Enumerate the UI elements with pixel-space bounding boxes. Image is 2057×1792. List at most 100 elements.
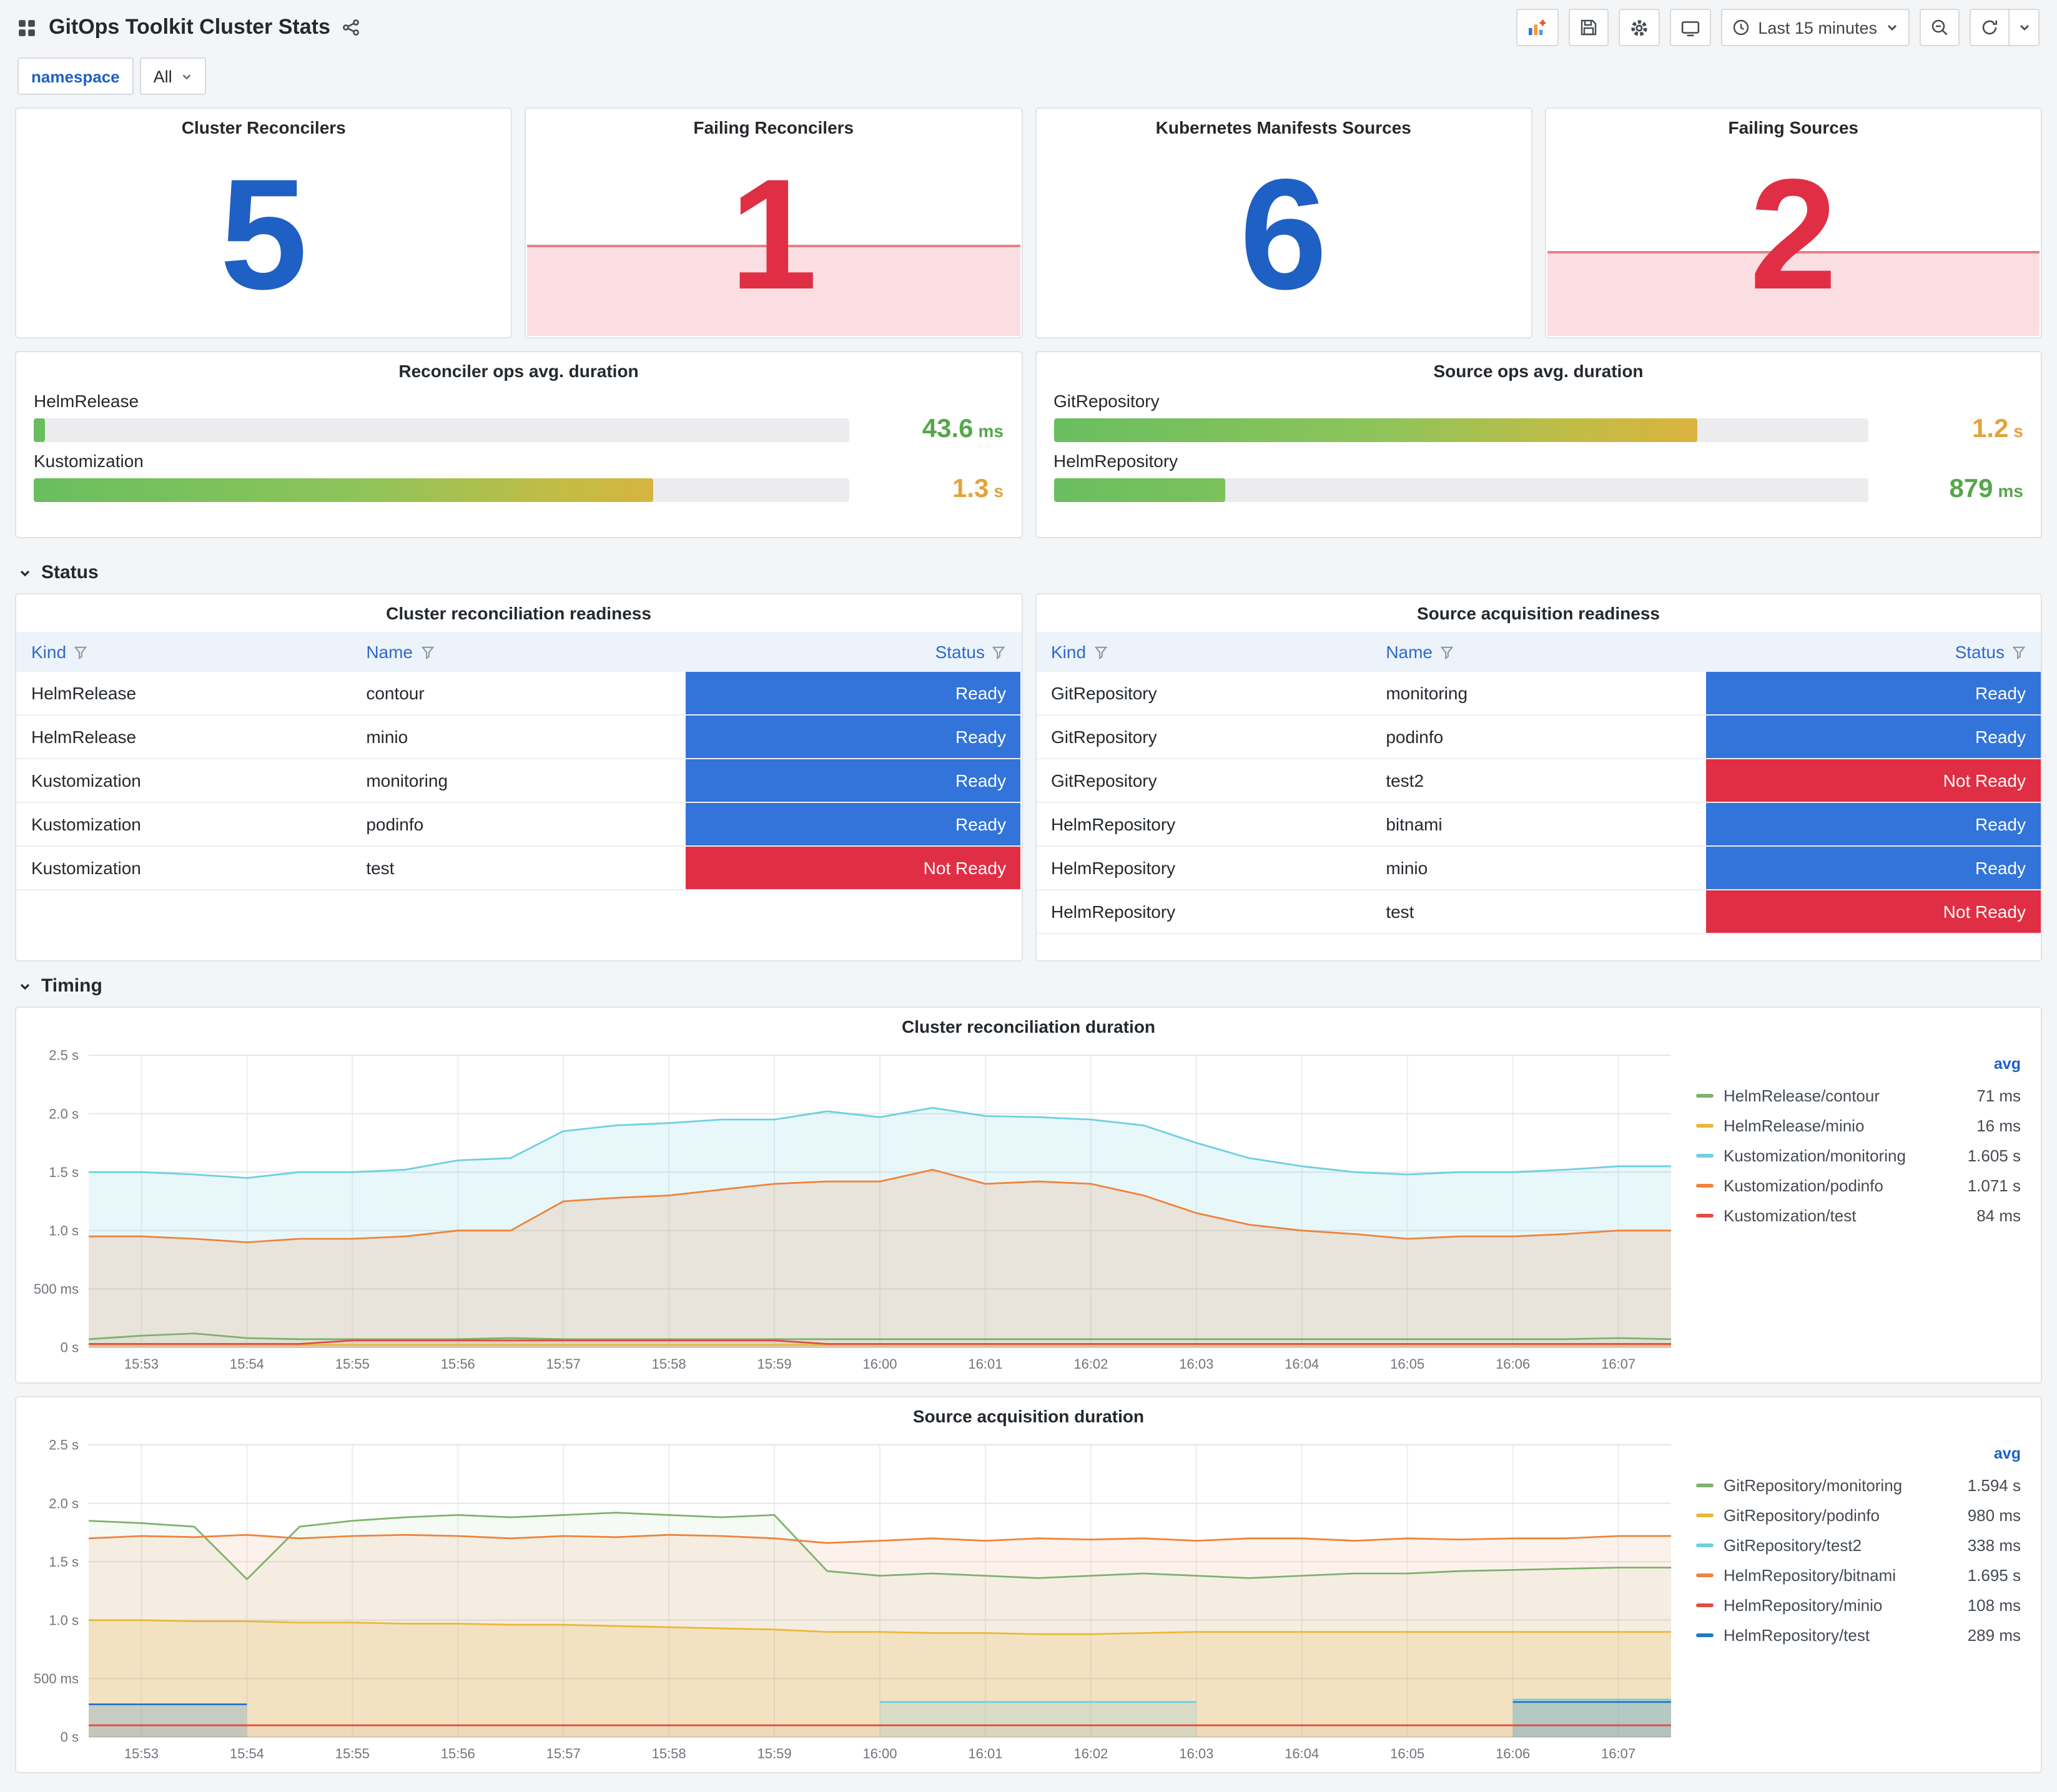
gauge-value: 879 ms [1888,475,2023,505]
timeseries-svg[interactable]: 0 s 500 ms 1.0 s 1.5 s 2.0 s 2.5 s 15:53 15:54 1… [24,1040,1689,1377]
legend-series-name[interactable]: HelmRepository/bitnami [1724,1565,1896,1584]
filter-funnel-icon[interactable] [992,645,1006,659]
legend-item[interactable]: GitRepository/monitoring 1.594 s [1696,1470,2021,1500]
svg-text:1.5 s: 1.5 s [49,1554,79,1570]
column-header-label[interactable]: Name [366,642,413,662]
time-range-picker[interactable]: Last 15 minutes [1720,9,1910,46]
legend-series-name[interactable]: GitRepository/podinfo [1724,1505,1880,1524]
legend-item[interactable]: GitRepository/test2 338 ms [1696,1530,2021,1560]
svg-text:1.0 s: 1.0 s [49,1613,79,1628]
column-header-label[interactable]: Kind [31,642,66,662]
svg-text:16:06: 16:06 [1496,1746,1530,1761]
add-panel-button[interactable] [1516,9,1559,46]
variables-row: namespace All [17,57,2040,95]
gauge-value: 1.2 s [1888,415,2023,445]
filter-funnel-icon[interactable] [1093,645,1107,659]
legend-item[interactable]: Kustomization/test 84 ms [1696,1200,2021,1230]
svg-text:15:58: 15:58 [652,1746,686,1761]
dashboard-page: GitOps Toolkit Cluster Stats Last 15 min… [0,0,2057,1792]
timeseries-svg[interactable]: 0 s 500 ms 1.0 s 1.5 s 2.0 s 2.5 s 15:53 15:54 1… [24,1430,1689,1767]
cycle-view-button[interactable] [1669,9,1711,46]
cell-kind: HelmRelease [31,727,137,747]
legend-series-name[interactable]: HelmRelease/minio [1724,1116,1864,1135]
tv-icon [1680,18,1699,37]
cell-name: test2 [1386,770,1424,790]
stat-value: 6 [1240,145,1328,322]
legend-item[interactable]: HelmRepository/test 289 ms [1696,1620,2021,1650]
chart-body: 0 s 500 ms 1.0 s 1.5 s 2.0 s 2.5 s 15:53 15:54 1… [16,1040,2041,1382]
filter-funnel-icon[interactable] [2012,645,2026,659]
svg-text:2.5 s: 2.5 s [49,1437,79,1453]
chevron-down-icon [17,565,32,580]
chevron-down-icon [2018,21,2030,34]
svg-text:0 s: 0 s [61,1340,79,1356]
save-dashboard-button[interactable] [1568,9,1609,46]
svg-text:15:54: 15:54 [230,1356,264,1372]
column-header-label[interactable]: Status [935,642,985,662]
legend-item[interactable]: GitRepository/podinfo 980 ms [1696,1500,2021,1530]
gauge-value-number: 879 [1949,475,1993,503]
section-header-status[interactable]: Status [15,551,2042,593]
refresh-interval-caret[interactable] [2010,9,2040,46]
svg-text:16:07: 16:07 [1601,1746,1635,1761]
column-header-label[interactable]: Name [1386,642,1433,662]
column-header-label[interactable]: Status [1955,642,2005,662]
svg-text:15:56: 15:56 [441,1356,475,1372]
legend-series-name[interactable]: Kustomization/podinfo [1724,1176,1883,1194]
cell-name: minio [1386,858,1428,878]
legend-series-color [1696,1543,1714,1547]
table-row: Kustomization monitoring Ready [16,759,1021,803]
zoom-out-time-button[interactable] [1920,9,1960,46]
filter-funnel-icon[interactable] [74,645,87,659]
gauge-label: GitRepository [1053,391,1160,411]
svg-text:15:57: 15:57 [546,1356,581,1372]
legend-series-color [1696,1213,1714,1217]
legend-item[interactable]: HelmRelease/contour 71 ms [1696,1080,2021,1110]
section-header-timing[interactable]: Timing [15,964,2042,1007]
legend-item[interactable]: HelmRelease/minio 16 ms [1696,1110,2021,1140]
legend-series-color [1696,1603,1714,1607]
legend-series-name[interactable]: HelmRelease/contour [1724,1086,1880,1105]
column-header-label[interactable]: Kind [1051,642,1086,662]
gauge-row: Kustomization 1.3 s [16,451,1021,505]
svg-text:15:55: 15:55 [335,1746,370,1761]
panel-title: Source ops avg. duration [1433,361,1644,381]
column-header-status: Status [1706,642,2041,662]
svg-text:16:03: 16:03 [1179,1356,1213,1372]
legend-series-name[interactable]: HelmRepository/test [1724,1625,1870,1644]
stat-value: 1 [729,145,817,322]
legend-series-name[interactable]: HelmRepository/minio [1724,1595,1882,1614]
legend-series-name[interactable]: Kustomization/monitoring [1724,1146,1906,1164]
svg-text:16:02: 16:02 [1073,1356,1108,1372]
cell-status: Ready [1705,672,2041,714]
dashboard-settings-button[interactable] [1618,9,1660,46]
legend-series-name[interactable]: GitRepository/monitoring [1724,1475,1902,1494]
legend-item[interactable]: HelmRepository/bitnami 1.695 s [1696,1560,2021,1590]
legend-series-avg: 108 ms [1967,1595,2021,1614]
gauge-line: 1.2 s [1053,415,2023,445]
cell-name: contour [366,683,425,703]
timeseries-plot-1[interactable]: 0 s 500 ms 1.0 s 1.5 s 2.0 s 2.5 s 15:53 15:54 1… [24,1430,1689,1767]
legend-series-avg: 1.071 s [1967,1176,2021,1194]
namespace-select[interactable]: All [139,57,206,95]
share-icon[interactable] [343,19,360,36]
legend-item[interactable]: Kustomization/monitoring 1.605 s [1696,1140,2021,1170]
gauge-label: HelmRelease [34,391,139,411]
svg-text:16:00: 16:00 [862,1356,897,1372]
legend-item[interactable]: HelmRepository/minio 108 ms [1696,1590,2021,1620]
refresh-button[interactable] [1970,9,2010,46]
timeseries-plot-0[interactable]: 0 s 500 ms 1.0 s 1.5 s 2.0 s 2.5 s 15:53 15:54 1… [24,1040,1689,1377]
page-title: GitOps Toolkit Cluster Stats [49,15,330,39]
gauge-value: 1.3 s [869,475,1004,505]
legend-series-name[interactable]: Kustomization/test [1724,1206,1856,1224]
legend-item[interactable]: Kustomization/podinfo 1.071 s [1696,1170,2021,1200]
cell-status: Not Ready [1705,759,2041,802]
filter-funnel-icon[interactable] [1440,645,1454,659]
cell-status: Ready [686,803,1021,845]
gauge-track [34,418,849,441]
dashboard-grid-icon[interactable] [17,18,36,37]
filter-funnel-icon[interactable] [420,645,434,659]
refresh-button-group [1970,9,2040,46]
legend-series-name[interactable]: GitRepository/test2 [1724,1535,1862,1554]
table-header-row: Kind Name Status [1036,632,2041,672]
